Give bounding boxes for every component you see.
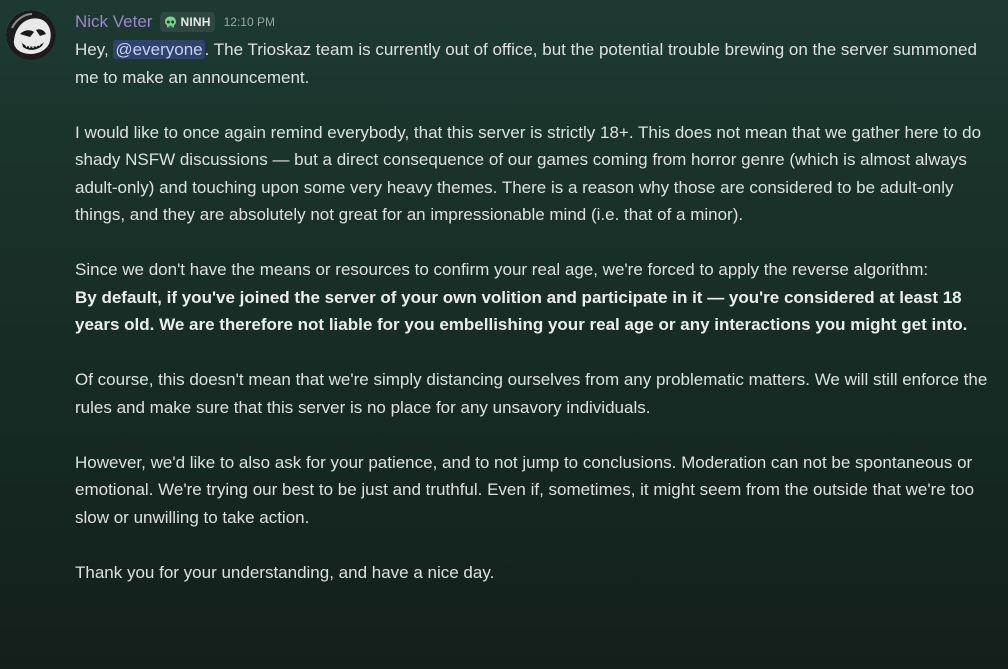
- paragraph-age-reminder: I would like to once again remind everyb…: [75, 122, 982, 225]
- paragraph-patience: However, we'd like to also ask for your …: [75, 452, 975, 527]
- message-content: Hey, @everyone. The Trioskaz team is cur…: [75, 36, 1000, 586]
- everyone-mention[interactable]: @everyone: [113, 40, 205, 59]
- bold-policy-text: By default, if you've joined the server …: [75, 287, 968, 335]
- server-tag-label: NINH: [180, 15, 211, 29]
- user-avatar[interactable]: [6, 10, 56, 60]
- timestamp[interactable]: 12:10 PM: [224, 15, 275, 29]
- paragraph-default-policy: By default, if you've joined the server …: [75, 284, 1000, 339]
- paragraph-rules-enforcement: Of course, this doesn't mean that we're …: [75, 370, 988, 417]
- paragraph-age-confirmation: Since we don't have the means or resourc…: [75, 260, 929, 279]
- intro-text-before: Hey,: [75, 40, 114, 59]
- message-header: Nick Veter NINH 12:10 PM: [75, 10, 275, 34]
- paragraph-intro: Hey, @everyone. The Trioskaz team is cur…: [75, 36, 1000, 91]
- intro-text-after: . The Trioskaz team is currently out of …: [75, 40, 977, 87]
- server-tag[interactable]: NINH: [160, 12, 215, 32]
- chat-message: Nick Veter NINH 12:10 PM Hey, @everyone.…: [0, 0, 1008, 669]
- skull-icon: [163, 15, 178, 30]
- paragraph-closing: Thank you for your understanding, and ha…: [75, 562, 495, 582]
- username[interactable]: Nick Veter: [75, 12, 152, 32]
